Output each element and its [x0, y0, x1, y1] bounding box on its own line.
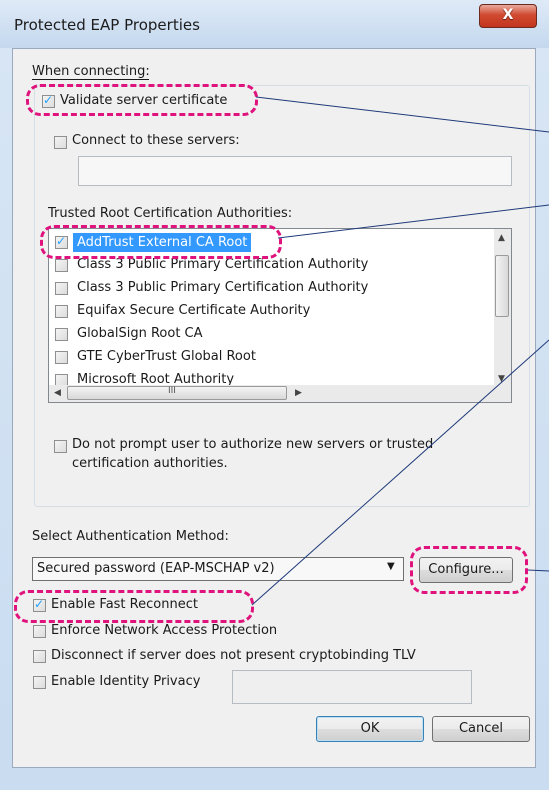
callout-line: [527, 569, 549, 572]
callout-line: [251, 339, 549, 606]
dialog-window: Protected EAP Properties X When connecti…: [0, 0, 549, 790]
callout-line: [255, 96, 549, 133]
callout-lines: [251, 96, 549, 606]
callout-line: [277, 204, 549, 239]
